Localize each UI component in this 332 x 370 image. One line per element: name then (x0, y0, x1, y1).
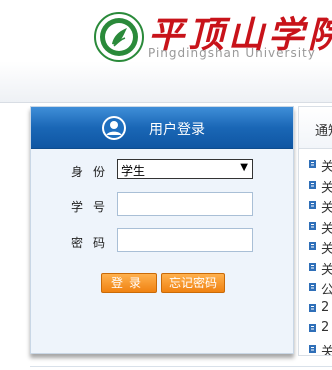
page-divider (30, 366, 332, 367)
notice-panel: 通知 关 关 关 关 关 关 公 2 2 关 (298, 106, 332, 356)
notice-item[interactable]: 公 (299, 277, 332, 298)
university-logo-icon (94, 12, 144, 62)
notice-item-text: 2 (321, 299, 330, 315)
dropdown-arrow-icon: ▼ (240, 162, 248, 173)
login-title: 用户登录 (149, 122, 205, 138)
notice-item[interactable]: 关 (299, 195, 332, 216)
forgot-password-button[interactable]: 忘记密码 (161, 273, 225, 293)
document-bullet-icon (309, 180, 316, 189)
notice-item-text: 关 (321, 197, 332, 216)
identity-label: 身份 (71, 165, 116, 179)
notice-item-text: 关 (321, 259, 332, 278)
login-title-bar: 用户登录 (31, 107, 293, 149)
document-bullet-icon (309, 303, 316, 312)
login-button[interactable]: 登录 (101, 273, 157, 293)
notice-item-text: 公 (321, 279, 332, 298)
notice-tab-label: 通知 (315, 124, 332, 139)
password-label: 密码 (71, 236, 116, 250)
notice-item[interactable]: 关 (299, 257, 332, 278)
identity-row: 身份 学生 ▼ (31, 159, 293, 185)
notice-item-text: 关 (321, 341, 332, 356)
notice-item-text: 关 (321, 156, 332, 175)
notice-item-text: 关 (321, 238, 332, 257)
notice-item[interactable]: 关 (299, 175, 332, 196)
notice-item[interactable]: 关 (299, 154, 332, 175)
notice-item[interactable]: 2 (299, 298, 332, 319)
button-row: 登录 忘记密码 (31, 273, 293, 299)
notice-item[interactable]: 关 (299, 339, 332, 356)
notice-item-text: 关 (321, 177, 332, 196)
document-bullet-icon (309, 221, 316, 230)
document-bullet-icon (309, 344, 316, 353)
username-input[interactable] (117, 192, 253, 216)
identity-selected-value: 学生 (121, 164, 146, 178)
document-bullet-icon (309, 242, 316, 250)
password-row: 密码 (31, 228, 293, 254)
identity-select[interactable]: 学生 ▼ (117, 159, 253, 179)
login-panel: 用户登录 身份 学生 ▼ 学号 密码 登录 忘记密码 (30, 106, 294, 354)
username-label: 学号 (71, 200, 116, 214)
university-english-name: Pingdingshan University (148, 46, 316, 60)
notice-item-text: 关 (321, 218, 332, 237)
tab-notice[interactable]: 通知 (299, 107, 332, 149)
document-bullet-icon (309, 324, 316, 332)
document-bullet-icon (309, 262, 316, 271)
header-banner: 平顶山学院 Pingdingshan University (0, 0, 332, 103)
notice-list: 关 关 关 关 关 关 公 2 2 关 (299, 149, 332, 356)
notice-item[interactable]: 关 (299, 216, 332, 237)
username-row: 学号 (31, 192, 293, 218)
notice-item-text: 2 (321, 320, 330, 335)
password-input[interactable] (117, 228, 253, 252)
document-bullet-icon (309, 201, 316, 209)
document-bullet-icon (309, 160, 316, 168)
document-bullet-icon (309, 283, 316, 291)
user-avatar-icon (102, 116, 126, 140)
notice-item[interactable]: 2 (299, 318, 332, 339)
notice-item[interactable]: 关 (299, 236, 332, 257)
